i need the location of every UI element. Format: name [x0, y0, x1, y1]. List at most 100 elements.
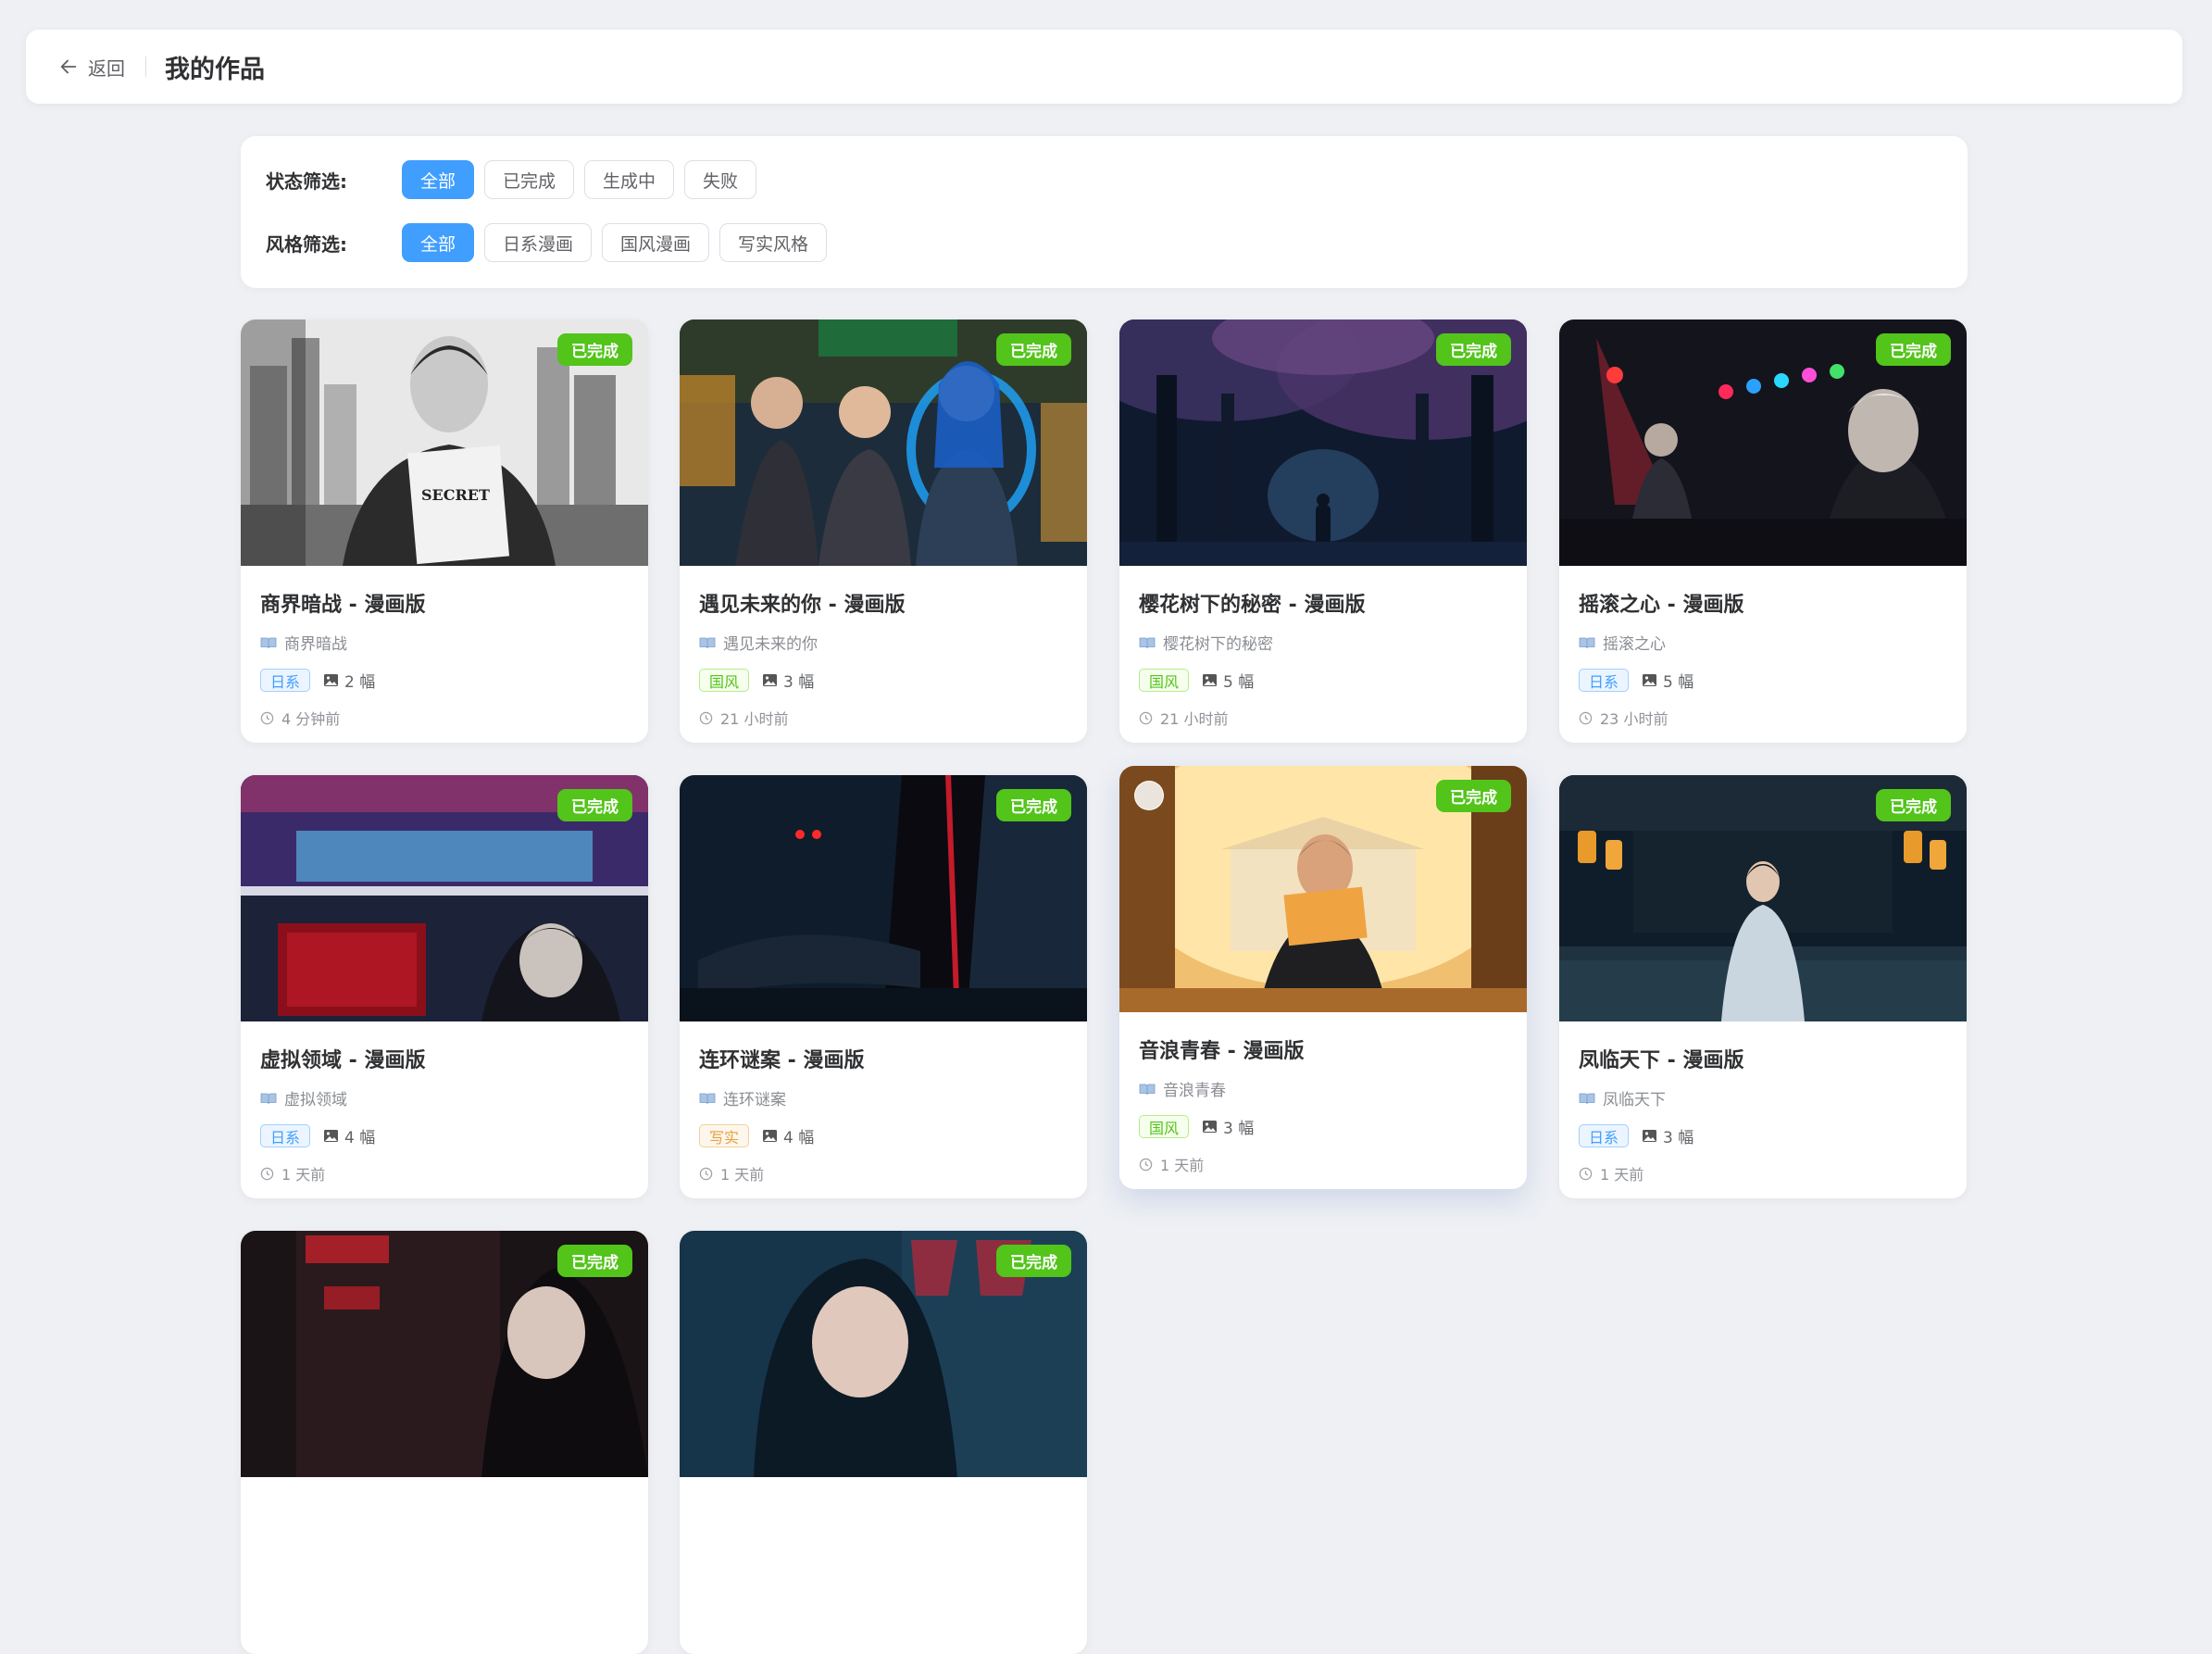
style-tag: 日系 — [1579, 1124, 1630, 1147]
work-source: 商界暗战 — [260, 631, 629, 654]
select-checkbox[interactable] — [1134, 781, 1164, 810]
book-icon — [699, 1093, 716, 1104]
clock-icon — [1579, 711, 1593, 724]
work-source: 樱花树下的秘密 — [1139, 631, 1507, 654]
work-time: 4 分钟前 — [260, 707, 629, 729]
image-count-text: 3 幅 — [783, 673, 815, 692]
clock-icon — [1579, 1167, 1593, 1180]
work-card[interactable]: 已完成 音浪青春 - 漫画版 音浪青春 国风 3 幅 1 天前 — [1119, 766, 1527, 1189]
work-card[interactable]: 已完成 遇见未来的你 - 漫画版 遇见未来的你 国风 3 幅 21 小时前 — [680, 320, 1087, 743]
image-icon — [1203, 674, 1218, 686]
work-title: 摇滚之心 - 漫画版 — [1579, 594, 1744, 617]
style-tag: 日系 — [1579, 669, 1630, 692]
work-source: 凤临天下 — [1579, 1086, 1947, 1109]
image-count: 4 幅 — [762, 1124, 814, 1147]
image-count-text: 3 幅 — [1663, 1129, 1694, 1147]
work-time: 1 天前 — [1139, 1153, 1507, 1175]
work-time-text: 21 小时前 — [720, 710, 789, 728]
work-cover-image: SECRET 已完成 — [241, 320, 648, 566]
book-icon — [699, 637, 716, 648]
work-time-text: 1 天前 — [281, 1166, 326, 1184]
status-badge: 已完成 — [996, 333, 1071, 366]
work-time-text: 1 天前 — [1160, 1157, 1205, 1174]
status-badge: 已完成 — [1436, 333, 1511, 366]
style-tag: 日系 — [260, 669, 311, 692]
work-title: 凤临天下 - 漫画版 — [1579, 1049, 1744, 1072]
status-filter-generating[interactable]: 生成中 — [584, 160, 675, 199]
image-count-text: 3 幅 — [1223, 1120, 1255, 1138]
work-title: 樱花树下的秘密 - 漫画版 — [1139, 594, 1366, 617]
status-badge: 已完成 — [1876, 789, 1951, 821]
work-source-text: 樱花树下的秘密 — [1163, 635, 1273, 654]
style-tag: 日系 — [260, 1124, 311, 1147]
style-filter-label: 风格筛选: — [266, 232, 347, 256]
work-title: 音浪青春 - 漫画版 — [1139, 1040, 1305, 1063]
work-card[interactable]: 已完成 — [680, 1231, 1087, 1654]
work-source: 连环谜案 — [699, 1086, 1068, 1109]
clock-icon — [1139, 1158, 1153, 1171]
status-filter-failed[interactable]: 失败 — [684, 160, 757, 199]
image-count: 3 幅 — [762, 669, 814, 692]
work-source-text: 连环谜案 — [723, 1091, 786, 1109]
image-icon — [1203, 1121, 1218, 1133]
image-icon — [763, 1130, 778, 1142]
status-badge: 已完成 — [996, 789, 1071, 821]
status-badge: 已完成 — [1876, 333, 1951, 366]
work-meta: 写实 4 幅 — [699, 1124, 1068, 1147]
style-filter-japanese[interactable]: 日系漫画 — [484, 223, 593, 262]
work-title: 虚拟领域 - 漫画版 — [260, 1049, 426, 1072]
clock-icon — [699, 711, 713, 724]
work-title: 遇见未来的你 - 漫画版 — [699, 594, 906, 617]
image-count: 3 幅 — [1642, 1124, 1693, 1147]
image-icon — [1643, 1130, 1657, 1142]
page-title: 我的作品 — [165, 55, 265, 84]
filter-panel: 状态筛选: 全部 已完成 生成中 失败 风格筛选: 全部 日系漫画 国风漫画 写… — [241, 136, 1968, 288]
work-card[interactable]: 已完成 — [241, 1231, 648, 1654]
image-count-text: 5 幅 — [1223, 673, 1255, 692]
work-source-text: 摇滚之心 — [1603, 635, 1666, 654]
back-label: 返回 — [88, 56, 125, 80]
book-icon — [1139, 1084, 1156, 1095]
work-card[interactable]: 已完成 连环谜案 - 漫画版 连环谜案 写实 4 幅 1 天前 — [680, 775, 1087, 1198]
book-icon — [1579, 1093, 1595, 1104]
status-filter-all[interactable]: 全部 — [402, 160, 475, 199]
back-button[interactable]: 返回 — [58, 54, 125, 81]
arrow-left-icon — [60, 59, 77, 74]
work-source-text: 音浪青春 — [1163, 1082, 1226, 1100]
work-time: 1 天前 — [1579, 1162, 1947, 1184]
work-card[interactable]: SECRET 已完成 商界暗战 - 漫画版 商界暗战 日系 2 幅 4 分钟前 — [241, 320, 648, 743]
style-tag: 写实 — [699, 1124, 750, 1147]
work-meta: 国风 3 幅 — [699, 669, 1068, 692]
image-count-text: 5 幅 — [1663, 673, 1694, 692]
work-source-text: 凤临天下 — [1603, 1091, 1666, 1109]
work-meta: 日系 4 幅 — [260, 1124, 629, 1147]
image-count: 2 幅 — [323, 669, 375, 692]
clock-icon — [699, 1167, 713, 1180]
style-filter-chinese[interactable]: 国风漫画 — [602, 223, 710, 262]
status-filter-completed[interactable]: 已完成 — [484, 160, 575, 199]
style-filter-realistic[interactable]: 写实风格 — [719, 223, 828, 262]
work-card[interactable]: 已完成 虚拟领域 - 漫画版 虚拟领域 日系 4 幅 1 天前 — [241, 775, 648, 1198]
work-time-text: 21 小时前 — [1160, 710, 1229, 728]
work-cover-image: 已完成 — [1559, 320, 1967, 566]
image-icon — [1643, 674, 1657, 686]
image-count-text: 4 幅 — [783, 1129, 815, 1147]
work-time-text: 23 小时前 — [1600, 710, 1668, 728]
work-title: 商界暗战 - 漫画版 — [260, 594, 426, 617]
image-count-text: 2 幅 — [344, 673, 376, 692]
work-card[interactable]: 已完成 凤临天下 - 漫画版 凤临天下 日系 3 幅 1 天前 — [1559, 775, 1967, 1198]
work-card[interactable]: 已完成 樱花树下的秘密 - 漫画版 樱花树下的秘密 国风 5 幅 21 小时前 — [1119, 320, 1527, 743]
style-filter-all[interactable]: 全部 — [402, 223, 475, 262]
status-badge: 已完成 — [557, 789, 632, 821]
work-time: 21 小时前 — [699, 707, 1068, 729]
work-card[interactable]: 已完成 摇滚之心 - 漫画版 摇滚之心 日系 5 幅 23 小时前 — [1559, 320, 1967, 743]
book-icon — [260, 637, 277, 648]
book-icon — [1139, 637, 1156, 648]
status-filter-row: 状态筛选: 全部 已完成 生成中 失败 — [266, 160, 767, 199]
work-meta: 日系 5 幅 — [1579, 669, 1947, 692]
clock-icon — [260, 1167, 274, 1180]
work-source: 摇滚之心 — [1579, 631, 1947, 654]
work-cover-image: 已完成 — [1559, 775, 1967, 1021]
work-cover-image: 已完成 — [1119, 766, 1527, 1012]
work-title: 连环谜案 - 漫画版 — [699, 1049, 865, 1072]
